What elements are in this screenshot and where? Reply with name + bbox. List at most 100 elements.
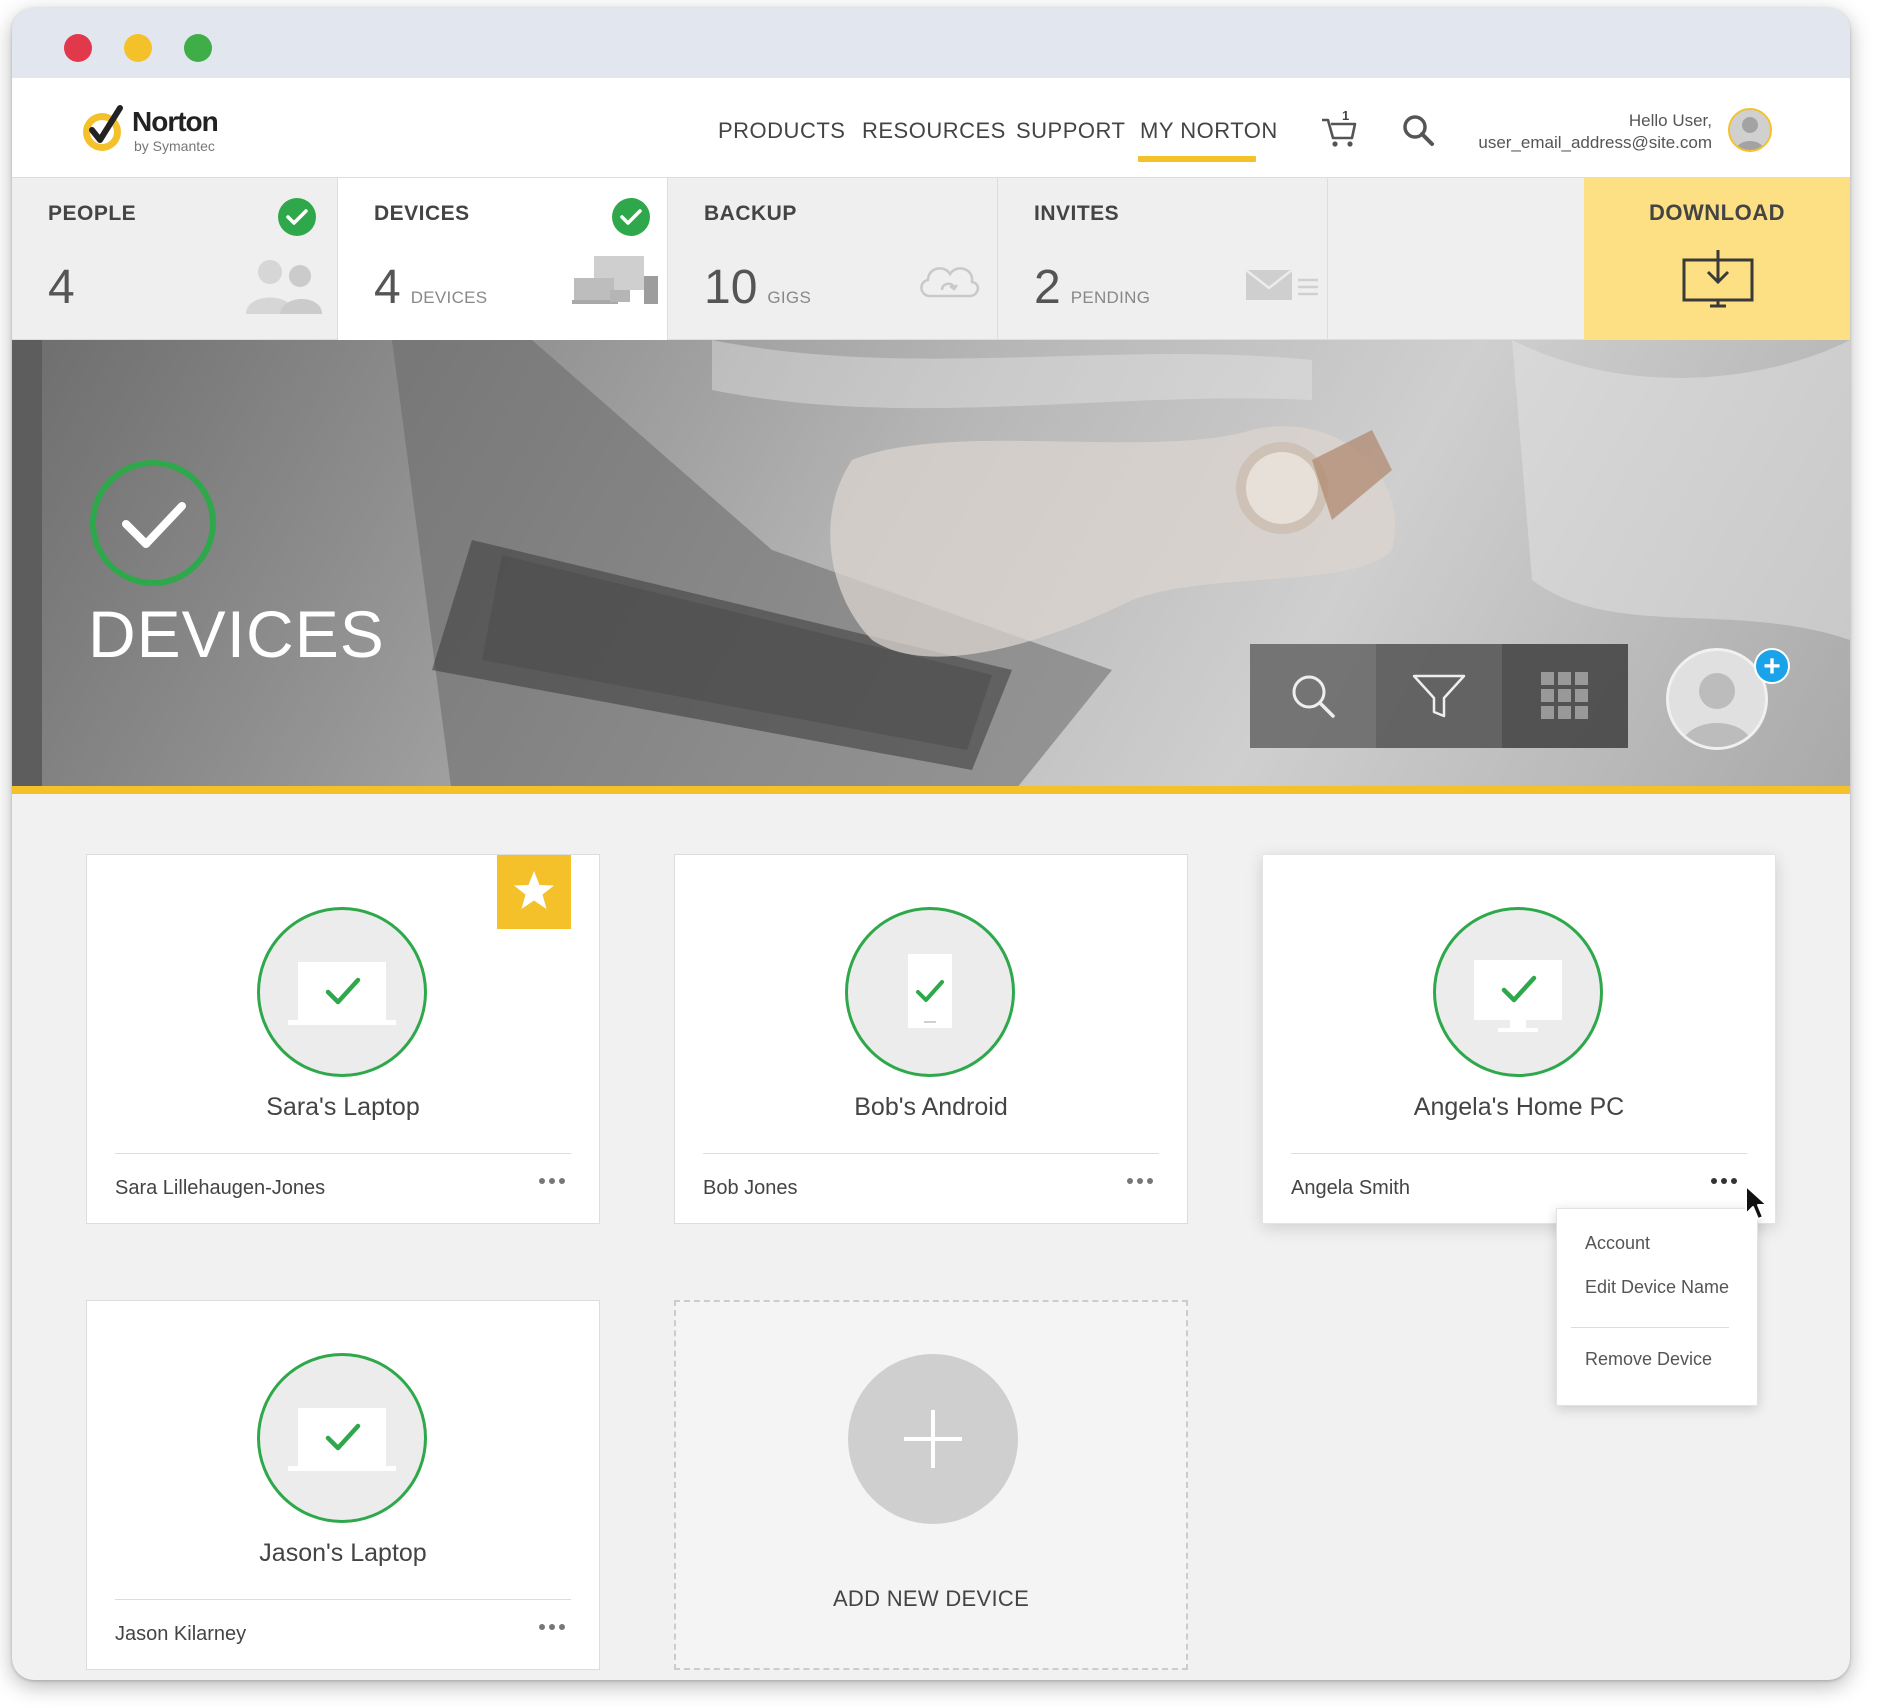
device-grid-view-button[interactable]	[1502, 644, 1628, 748]
more-options-button[interactable]	[1125, 1171, 1161, 1191]
download-label: DOWNLOAD	[1649, 200, 1785, 225]
user-avatar[interactable]	[1728, 108, 1772, 152]
summary-stats-bar: PEOPLE 4 DEVICES 4 DEVICES BACKUP 10 GIG…	[12, 178, 1850, 340]
maximize-window-button[interactable]	[184, 34, 212, 62]
assign-user-avatar[interactable]	[1666, 648, 1768, 750]
device-owner: Bob Jones	[703, 1177, 798, 1199]
menu-item-edit-device-name[interactable]: Edit Device Name	[1585, 1277, 1729, 1298]
search-icon	[1292, 675, 1335, 718]
device-name: Jason's Laptop	[259, 1539, 427, 1567]
filter-icon	[1412, 674, 1466, 718]
device-card[interactable]: Sara's Laptop Sara Lillehaugen-Jones	[86, 854, 600, 1224]
devices-hero-banner: DEVICES +	[12, 340, 1850, 794]
download-monitor-icon	[1682, 250, 1754, 308]
logo-wordmark: Norton	[132, 106, 219, 137]
menu-divider	[1571, 1327, 1729, 1328]
device-status-circle	[257, 1353, 427, 1523]
device-status-circle	[1433, 907, 1603, 1077]
stat-devices-label: DEVICES	[374, 202, 470, 225]
menu-item-remove-device[interactable]: Remove Device	[1585, 1349, 1712, 1370]
protected-status-check-icon	[90, 460, 216, 586]
device-name: Angela's Home PC	[1413, 1093, 1625, 1121]
device-view-toolbar	[1250, 644, 1628, 748]
phone-check-icon	[908, 954, 952, 1028]
stat-people-value: 4	[48, 261, 75, 314]
user-avatar-icon	[1730, 110, 1770, 150]
device-name: Sara's Laptop	[266, 1093, 420, 1121]
stat-devices[interactable]: DEVICES 4 DEVICES	[338, 178, 668, 340]
nav-resources[interactable]: RESOURCES	[862, 118, 1006, 144]
stat-people[interactable]: PEOPLE 4	[12, 178, 338, 340]
stat-invites[interactable]: INVITES 2 PENDING	[998, 178, 1328, 340]
device-card[interactable]: Angela's Home PC Angela Smith	[1262, 854, 1776, 1224]
close-window-button[interactable]	[64, 34, 92, 62]
add-device-circle	[848, 1354, 1018, 1524]
cloud-backup-icon	[920, 267, 980, 298]
logo-subtitle: by Symantec	[134, 138, 215, 154]
header-search-button[interactable]	[1400, 112, 1436, 148]
card-divider	[1291, 1153, 1747, 1154]
add-device-label: ADD NEW DEVICE	[832, 1586, 1030, 1611]
top-navigation: Norton by Symantec PRODUCTS RESOURCES SU…	[12, 78, 1850, 178]
more-options-button[interactable]	[537, 1171, 573, 1191]
device-name: Bob's Android	[854, 1093, 1008, 1121]
download-button[interactable]: DOWNLOAD	[1584, 178, 1850, 340]
norton-logo[interactable]: Norton by Symantec	[80, 102, 260, 156]
cart-count: 1	[1342, 108, 1350, 123]
mail-icon	[1246, 269, 1318, 300]
desktop-check-icon	[1474, 960, 1562, 1032]
device-card[interactable]: Jason's Laptop Jason Kilarney	[86, 1300, 600, 1670]
stat-devices-unit: DEVICES	[410, 288, 488, 307]
devices-icon	[572, 256, 658, 304]
user-greeting: Hello User, user_email_address@site.com	[1478, 110, 1712, 154]
add-new-device-card[interactable]: ADD NEW DEVICE	[674, 1300, 1188, 1670]
device-card[interactable]: Bob's Android Bob Jones	[674, 854, 1188, 1224]
add-user-badge[interactable]: +	[1754, 648, 1790, 684]
favorite-star-badge[interactable]	[497, 855, 571, 929]
stat-backup-unit: GIGS	[767, 288, 812, 307]
device-status-circle	[257, 907, 427, 1077]
card-divider	[703, 1153, 1159, 1154]
star-icon	[514, 871, 554, 909]
stat-backup[interactable]: BACKUP 10 GIGS	[668, 178, 998, 340]
laptop-check-icon	[288, 962, 396, 1025]
device-search-button[interactable]	[1250, 644, 1376, 748]
mouse-pointer-icon	[1745, 1185, 1768, 1220]
stat-people-label: PEOPLE	[48, 202, 137, 225]
menu-item-account[interactable]: Account	[1585, 1233, 1650, 1254]
search-icon	[1403, 115, 1434, 146]
cart-icon	[1322, 118, 1357, 147]
stat-invites-unit: PENDING	[1070, 288, 1151, 307]
user-email: user_email_address@site.com	[1478, 133, 1712, 152]
greeting-text: Hello User,	[1628, 111, 1712, 130]
nav-support[interactable]: SUPPORT	[1016, 118, 1125, 144]
device-context-menu: Account Edit Device Name Remove Device	[1556, 1208, 1758, 1406]
browser-window: Norton by Symantec PRODUCTS RESOURCES SU…	[12, 8, 1850, 1680]
stat-backup-label: BACKUP	[704, 202, 797, 225]
device-owner: Sara Lillehaugen-Jones	[115, 1177, 326, 1199]
device-filter-button[interactable]	[1376, 644, 1502, 748]
device-status-circle	[845, 907, 1015, 1077]
stat-invites-value: 2 PENDING	[1034, 261, 1151, 314]
stat-invites-label: INVITES	[1034, 202, 1120, 225]
plus-icon	[904, 1410, 962, 1468]
device-owner: Angela Smith	[1291, 1177, 1410, 1199]
user-avatar-icon	[1681, 673, 1753, 747]
hero-title: DEVICES	[88, 597, 385, 671]
more-options-button[interactable]	[537, 1617, 573, 1637]
device-owner: Jason Kilarney	[115, 1623, 247, 1645]
stat-devices-value: 4 DEVICES	[374, 261, 488, 314]
hero-accent-bar	[12, 786, 1850, 794]
cart-button[interactable]: 1	[1320, 108, 1360, 148]
more-options-button[interactable]	[1709, 1171, 1745, 1191]
nav-my-norton[interactable]: MY NORTON	[1140, 118, 1278, 144]
card-divider	[115, 1153, 571, 1154]
norton-check-logo-icon	[83, 105, 123, 151]
people-ok-check-icon	[278, 198, 316, 236]
card-divider	[115, 1599, 571, 1600]
minimize-window-button[interactable]	[124, 34, 152, 62]
nav-products[interactable]: PRODUCTS	[718, 118, 845, 144]
stat-backup-value: 10 GIGS	[704, 261, 812, 314]
active-nav-indicator	[1138, 156, 1256, 162]
grid-icon	[1541, 672, 1588, 719]
